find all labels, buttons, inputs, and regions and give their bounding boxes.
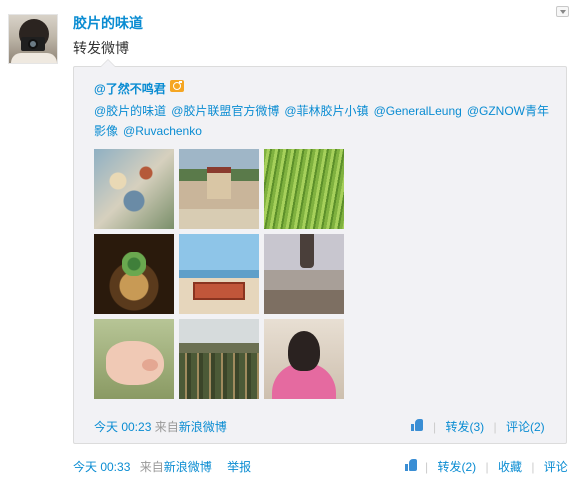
photo-thumbnail-cactus-greenhouse[interactable] (179, 319, 259, 399)
retweet-source-link[interactable]: 新浪微博 (179, 420, 227, 434)
photo-thumbnail-temple[interactable] (179, 149, 259, 229)
cacti-shape (179, 353, 259, 399)
favorite-link[interactable]: 收藏 (498, 460, 522, 474)
retweet-meta: 今天 00:23 来自新浪微博 (94, 418, 227, 435)
photo-thumbnail-child-chair[interactable] (264, 319, 344, 399)
action-separator: | (493, 420, 497, 434)
retweet-pointer (101, 60, 115, 67)
pig-snout-shape (142, 359, 158, 371)
mention-link[interactable]: @GeneralLeung (374, 104, 462, 118)
post-comment-link[interactable]: 评论 (544, 460, 568, 474)
mention-link[interactable]: @胶片联盟官方微博 (171, 104, 279, 118)
retweet-time-link[interactable]: 今天 00:23 (94, 420, 151, 434)
retweet-box: @了然不鸣君 @胶片的味道 @胶片联盟官方微博 @菲林胶片小镇 @GeneralLeu… (73, 59, 567, 444)
photo-thumbnail-potted-plant[interactable] (94, 234, 174, 314)
mention-link[interactable]: @胶片的味道 (94, 104, 166, 118)
mention-link[interactable]: @菲林胶片小镇 (284, 104, 368, 118)
post-repost-link[interactable]: 转发(2) (437, 460, 476, 474)
thumbs-up-icon[interactable] (405, 459, 418, 471)
camera-badge-icon[interactable] (170, 80, 184, 92)
post-source-link[interactable]: 新浪微博 (164, 460, 212, 474)
post-actions: | 转发(2) | 收藏 | 评论 (405, 458, 568, 475)
post-text: 转发微博 (73, 40, 129, 56)
retweet-repost-link[interactable]: 转发(3) (445, 420, 484, 434)
post-meta: 今天 00:33 来自新浪微博 举报 (73, 458, 251, 475)
photo-thumbnail-pig[interactable] (94, 319, 174, 399)
photo-thumbnail-figurines[interactable] (94, 149, 174, 229)
mention-list: @胶片的味道 @胶片联盟官方微博 @菲林胶片小镇 @GeneralLeung @GZNO… (94, 101, 554, 141)
photo-thumbnail-grass[interactable] (264, 149, 344, 229)
photo-thumbnail-field-figure[interactable] (264, 234, 344, 314)
action-separator: | (485, 460, 489, 474)
post-from-label: 来自 (139, 460, 164, 474)
thumbs-up-icon[interactable] (411, 419, 424, 431)
avatar-camera-lens (28, 39, 38, 49)
report-link[interactable]: 举报 (227, 460, 251, 474)
user-name-link[interactable]: 胶片的味道 (73, 13, 143, 33)
weibo-post-card: 胶片的味道 转发微博 @了然不鸣君 @胶片的味道 @胶片联盟官方微博 @菲林胶片小镇… (0, 0, 583, 485)
figure-shape (300, 234, 314, 268)
action-separator: | (425, 460, 429, 474)
avatar-shirt (11, 53, 57, 63)
chevron-down-icon[interactable] (556, 6, 569, 17)
photo-thumbnail-beach-box[interactable] (179, 234, 259, 314)
original-author-link[interactable]: @了然不鸣君 (94, 80, 166, 97)
action-separator: | (531, 460, 535, 474)
mention-link[interactable]: @Ruvachenko (123, 124, 202, 138)
post-time-link[interactable]: 今天 00:33 (73, 460, 130, 474)
plant-shape (122, 252, 146, 276)
child-shape (288, 331, 320, 371)
temple-shape (207, 167, 231, 199)
box-shape (193, 282, 245, 300)
retweet-from-label: 来自 (154, 420, 179, 434)
retweet-actions: | 转发(3) | 评论(2) (411, 418, 545, 435)
retweet-comment-link[interactable]: 评论(2) (506, 420, 545, 434)
action-separator: | (433, 420, 437, 434)
user-avatar[interactable] (8, 14, 58, 64)
